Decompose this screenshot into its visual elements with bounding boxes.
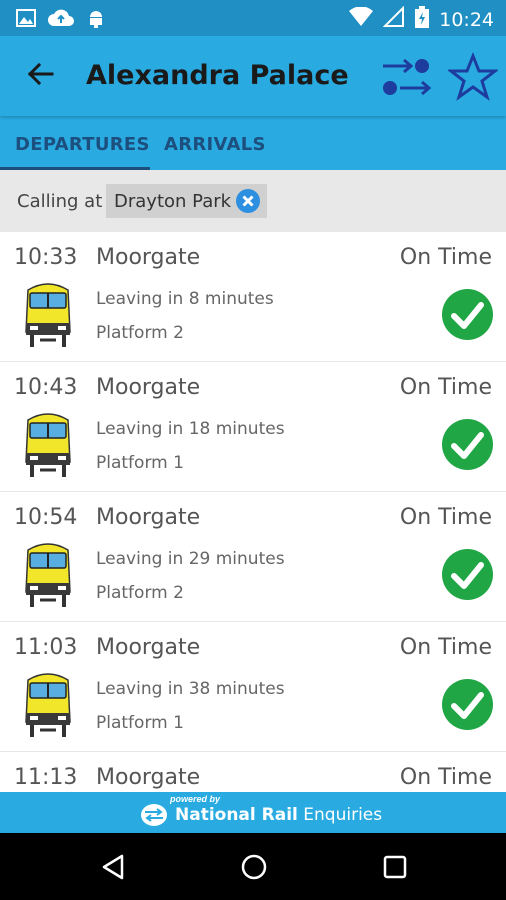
departure-row[interactable]: 10:43 Moorgate On Time Leaving in 18 min…: [0, 362, 506, 492]
clear-chip-icon[interactable]: [236, 189, 261, 213]
national-rail-logo-icon: [141, 804, 167, 826]
leaving-in: Leaving in 8 minutes: [96, 289, 274, 309]
wifi-icon: [349, 6, 374, 32]
platform: Platform 2: [96, 583, 184, 603]
status: On Time: [399, 375, 492, 400]
swap-direction-button[interactable]: [380, 56, 432, 98]
back-triangle-icon[interactable]: [100, 853, 128, 881]
destination: Moorgate: [96, 375, 201, 400]
arrow-back-icon: [26, 60, 54, 93]
destination: Moorgate: [96, 505, 201, 530]
calling-at-filter: Calling at Drayton Park: [0, 170, 506, 232]
powered-by-label: powered by: [170, 794, 221, 804]
battery-icon: [415, 6, 430, 33]
platform: Platform 2: [96, 323, 184, 343]
departure-time: 11:13: [14, 765, 78, 790]
destination: Moorgate: [96, 245, 201, 270]
filter-label: Calling at: [17, 191, 103, 212]
image-icon: [16, 8, 36, 33]
station-chip[interactable]: Drayton Park: [106, 184, 268, 218]
favourite-button[interactable]: [446, 51, 500, 102]
brand-bold: National Rail: [175, 805, 298, 825]
system-nav-bar: [0, 833, 506, 900]
clock-time: 10:24: [439, 8, 494, 31]
departure-row[interactable]: 10:33 Moorgate On Time Leaving in 8 minu…: [0, 232, 506, 362]
train-icon: [22, 278, 74, 348]
android-icon: [86, 7, 106, 34]
status-bar: 10:24: [0, 0, 506, 36]
train-icon: [22, 408, 74, 478]
train-icon: [22, 668, 74, 738]
tab-departures[interactable]: DEPARTURES: [15, 134, 150, 155]
departure-row[interactable]: 10:54 Moorgate On Time Leaving in 29 min…: [0, 492, 506, 622]
check-icon: [442, 419, 493, 470]
tab-arrivals[interactable]: ARRIVALS: [164, 134, 266, 155]
recents-square-icon[interactable]: [381, 853, 409, 881]
chip-label: Drayton Park: [114, 190, 232, 212]
status: On Time: [399, 505, 492, 530]
leaving-in: Leaving in 29 minutes: [96, 549, 285, 569]
national-rail-brand: National Rail Enquiries: [175, 805, 382, 825]
platform: Platform 1: [96, 453, 184, 473]
departure-row[interactable]: 11:03 Moorgate On Time Leaving in 38 min…: [0, 622, 506, 752]
destination: Moorgate: [96, 635, 201, 660]
leaving-in: Leaving in 18 minutes: [96, 419, 285, 439]
departure-row[interactable]: 11:13 Moorgate On Time: [0, 752, 506, 792]
departure-time: 10:33: [14, 245, 78, 270]
tab-bar: DEPARTURES ARRIVALS: [0, 116, 506, 170]
cloud-upload-icon: [48, 8, 74, 33]
departure-time: 11:03: [14, 635, 78, 660]
back-button[interactable]: [22, 58, 58, 94]
train-icon: [22, 538, 74, 608]
brand-light: Enquiries: [297, 805, 383, 825]
status: On Time: [399, 635, 492, 660]
leaving-in: Leaving in 38 minutes: [96, 679, 285, 699]
check-icon: [442, 289, 493, 340]
check-icon: [442, 679, 493, 730]
status: On Time: [399, 765, 492, 790]
star-icon: [446, 51, 500, 106]
check-icon: [442, 549, 493, 600]
departure-time: 10:43: [14, 375, 78, 400]
home-circle-icon[interactable]: [240, 853, 268, 881]
departures-list: 10:33 Moorgate On Time Leaving in 8 minu…: [0, 232, 506, 792]
station-title: Alexandra Palace: [86, 60, 349, 91]
app-bar: Alexandra Palace: [0, 36, 506, 116]
platform: Platform 1: [96, 713, 184, 733]
status: On Time: [399, 245, 492, 270]
powered-by-footer[interactable]: powered by National Rail Enquiries: [0, 792, 506, 833]
signal-icon: [382, 5, 405, 33]
departure-time: 10:54: [14, 505, 78, 530]
destination: Moorgate: [96, 765, 201, 790]
swap-direction-icon: [380, 58, 432, 102]
